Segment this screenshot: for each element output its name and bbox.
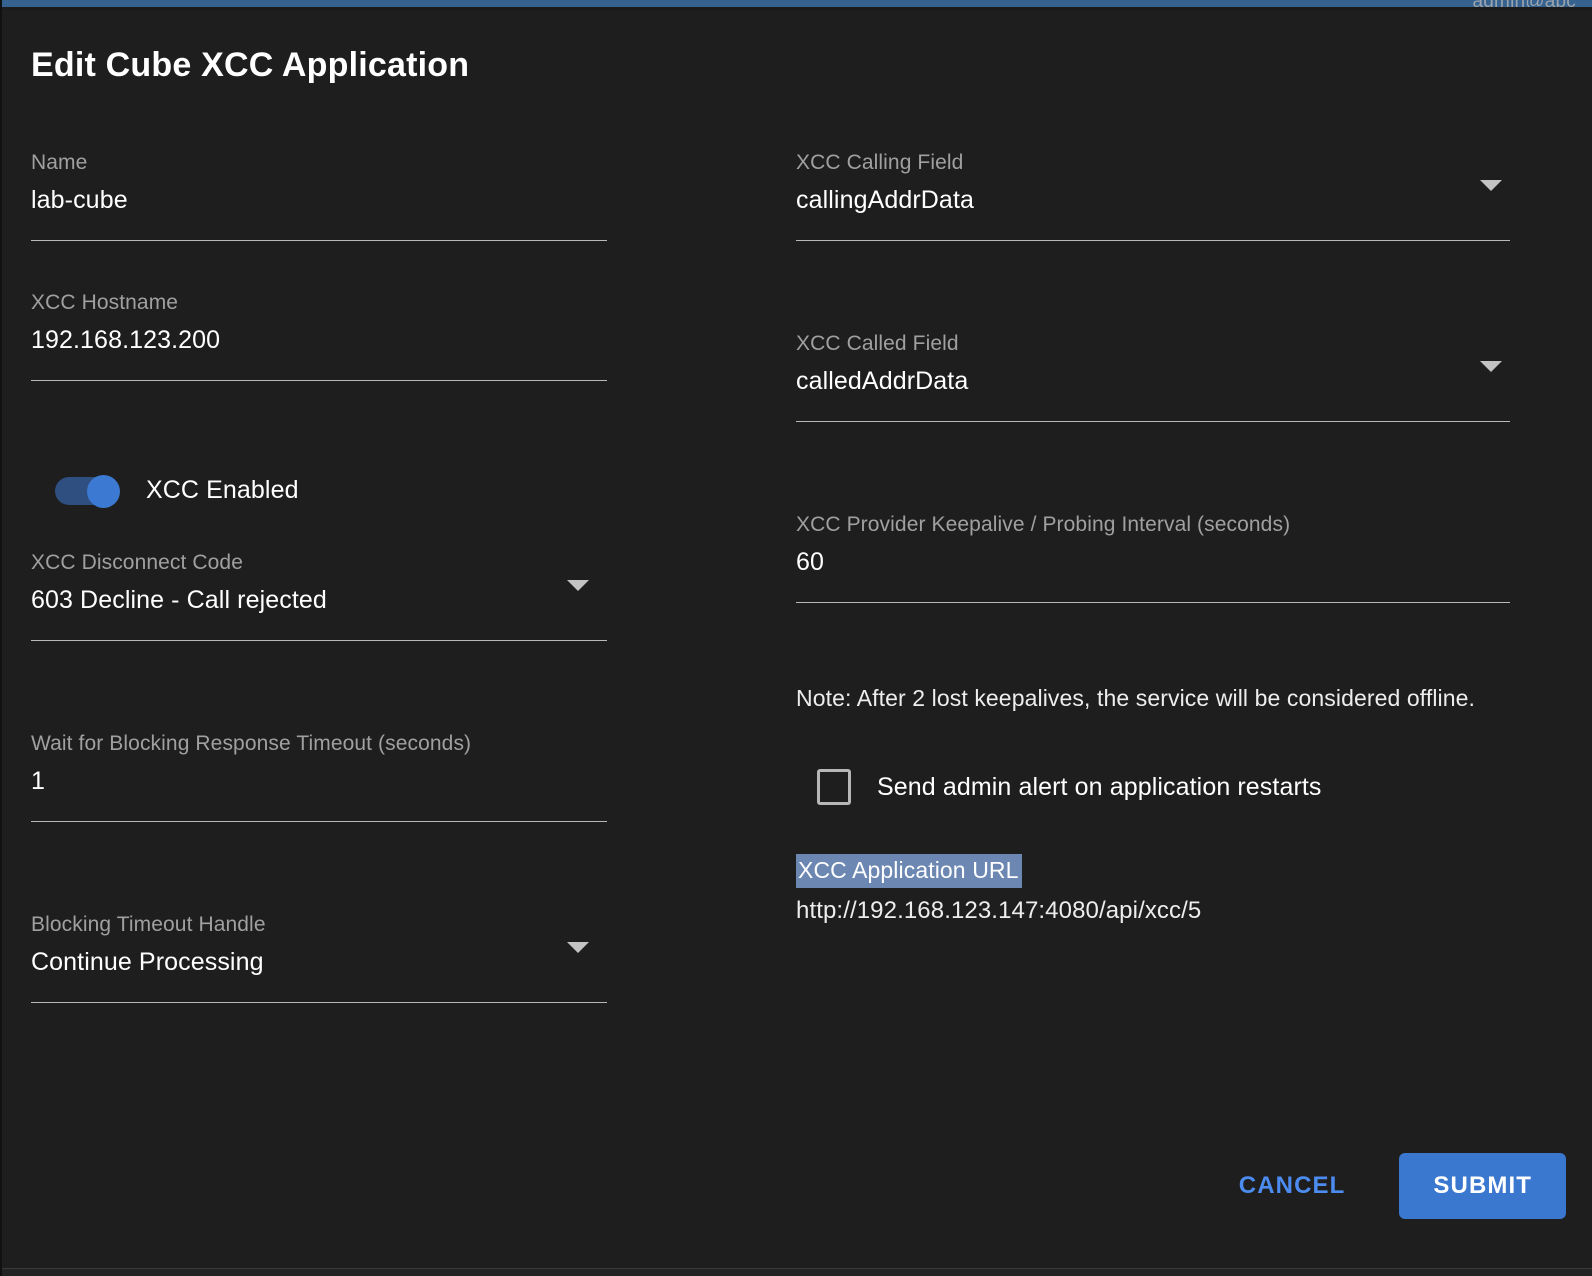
- field-xcc-called-field[interactable]: XCC Called Field calledAddrData: [796, 331, 1510, 512]
- xcc-application-url-label[interactable]: XCC Application URL: [796, 854, 1022, 888]
- field-xcc-disconnect-code-underline: [31, 640, 607, 641]
- send-admin-alert-label: Send admin alert on application restarts: [877, 772, 1322, 801]
- field-xcc-keepalive-interval[interactable]: XCC Provider Keepalive / Probing Interva…: [796, 512, 1510, 652]
- field-xcc-keepalive-interval-value[interactable]: 60: [796, 545, 1510, 579]
- field-blocking-response-timeout[interactable]: Wait for Blocking Response Timeout (seco…: [31, 731, 607, 912]
- chevron-down-icon[interactable]: [567, 942, 589, 953]
- field-xcc-calling-field-value[interactable]: callingAddrData: [796, 183, 1510, 217]
- field-xcc-application-url: XCC Application URL http://192.168.123.1…: [796, 854, 1510, 928]
- chevron-down-icon[interactable]: [1480, 361, 1502, 372]
- field-xcc-keepalive-interval-underline: [796, 602, 1510, 603]
- field-xcc-hostname[interactable]: XCC Hostname 192.168.123.200: [31, 290, 607, 430]
- field-blocking-response-timeout-label: Wait for Blocking Response Timeout (seco…: [31, 732, 472, 755]
- window-bottom-edge: [2, 1268, 1592, 1276]
- field-xcc-called-field-value[interactable]: calledAddrData: [796, 364, 1510, 398]
- xcc-enabled-toggle[interactable]: [55, 475, 123, 508]
- field-xcc-calling-field-label: XCC Calling Field: [796, 151, 964, 174]
- field-xcc-called-field-label: XCC Called Field: [796, 332, 959, 355]
- field-xcc-keepalive-interval-label: XCC Provider Keepalive / Probing Interva…: [796, 513, 1291, 536]
- field-name[interactable]: Name lab-cube: [31, 150, 607, 290]
- field-xcc-calling-field[interactable]: XCC Calling Field callingAddrData: [796, 150, 1510, 331]
- field-name-label: Name: [31, 151, 88, 174]
- field-name-underline: [31, 240, 607, 241]
- field-blocking-timeout-handle-underline: [31, 1002, 607, 1003]
- field-xcc-hostname-underline: [31, 380, 607, 381]
- field-blocking-response-timeout-underline: [31, 821, 607, 822]
- field-xcc-calling-field-underline: [796, 240, 1510, 241]
- edit-cube-xcc-application-dialog: Edit Cube XCC Application Name lab-cube …: [2, 10, 1592, 1266]
- field-xcc-hostname-label: XCC Hostname: [31, 291, 179, 314]
- field-xcc-hostname-value[interactable]: 192.168.123.200: [31, 323, 607, 357]
- form-column-left: Name lab-cube XCC Hostname 192.168.123.2…: [31, 150, 607, 1052]
- keepalive-note: Note: After 2 lost keepalives, the servi…: [796, 685, 1476, 711]
- field-blocking-timeout-handle-value[interactable]: Continue Processing: [31, 945, 607, 979]
- field-blocking-timeout-handle[interactable]: Blocking Timeout Handle Continue Process…: [31, 912, 607, 1052]
- xcc-enabled-label: XCC Enabled: [146, 475, 299, 504]
- field-xcc-disconnect-code-label: XCC Disconnect Code: [31, 551, 243, 574]
- dialog-actions: CANCEL SUBMIT: [1221, 1153, 1566, 1219]
- top-app-bar: admin@abc: [2, 0, 1592, 7]
- xcc-application-url-value[interactable]: http://192.168.123.147:4080/api/xcc/5: [796, 894, 1510, 928]
- field-xcc-enabled[interactable]: XCC Enabled: [31, 430, 607, 550]
- chevron-down-icon[interactable]: [567, 580, 589, 591]
- chevron-down-icon[interactable]: [1480, 180, 1502, 191]
- field-send-admin-alert[interactable]: Send admin alert on application restarts: [796, 769, 1510, 805]
- field-xcc-called-field-underline: [796, 421, 1510, 422]
- field-xcc-disconnect-code-value[interactable]: 603 Decline - Call rejected: [31, 583, 607, 617]
- field-xcc-disconnect-code[interactable]: XCC Disconnect Code 603 Decline - Call r…: [31, 550, 607, 731]
- dialog-title: Edit Cube XCC Application: [31, 46, 470, 84]
- field-name-value[interactable]: lab-cube: [31, 183, 607, 217]
- field-blocking-response-timeout-value[interactable]: 1: [31, 764, 607, 798]
- application-window: admin@abc Edit Cube XCC Application Name…: [0, 0, 1592, 1276]
- toggle-knob[interactable]: [87, 475, 120, 508]
- form-column-right: XCC Calling Field callingAddrData XCC Ca…: [796, 150, 1510, 928]
- submit-button[interactable]: SUBMIT: [1399, 1153, 1566, 1219]
- cancel-button[interactable]: CANCEL: [1221, 1158, 1364, 1214]
- field-blocking-timeout-handle-label: Blocking Timeout Handle: [31, 913, 266, 936]
- account-label[interactable]: admin@abc: [1473, 0, 1576, 7]
- send-admin-alert-checkbox[interactable]: [817, 769, 851, 805]
